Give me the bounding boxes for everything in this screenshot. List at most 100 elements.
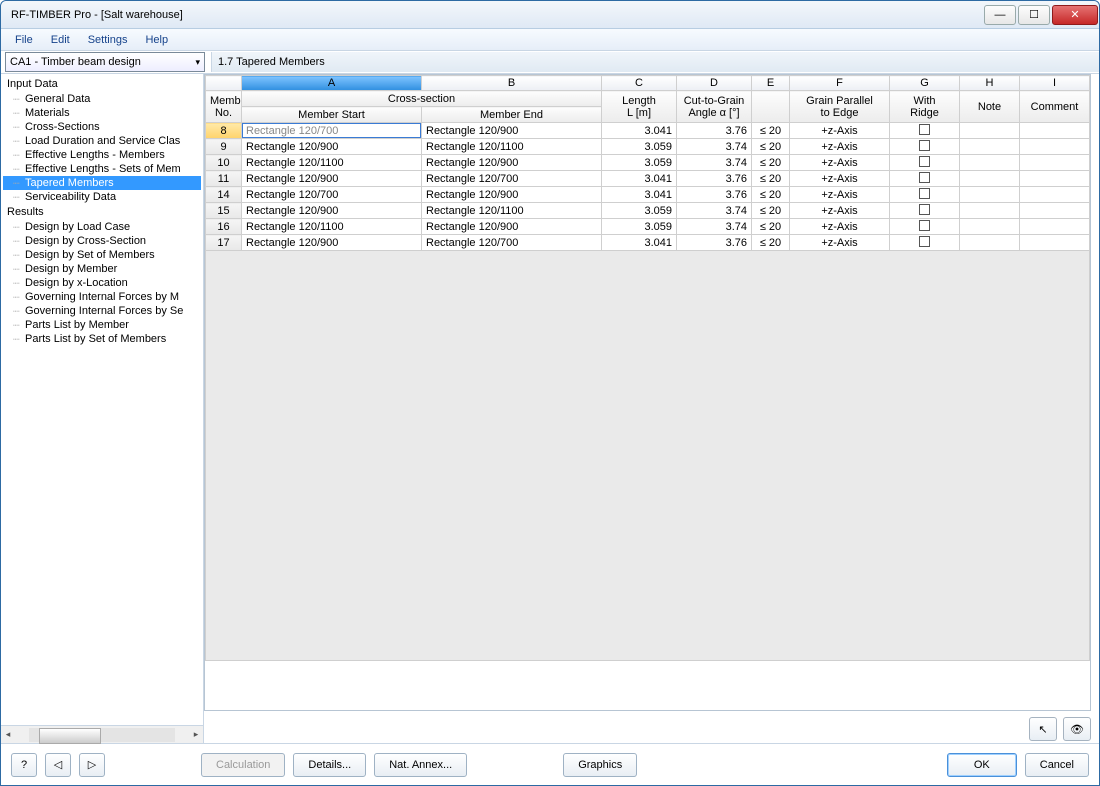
cell-limit[interactable]: ≤ 20 xyxy=(752,187,790,203)
cell-limit[interactable]: ≤ 20 xyxy=(752,203,790,219)
cell-member-start[interactable]: Rectangle 120/700 xyxy=(242,187,422,203)
row-header[interactable]: 14 xyxy=(206,187,242,203)
cell-angle[interactable]: 3.76 xyxy=(677,171,752,187)
cell-member-start[interactable]: Rectangle 120/900 xyxy=(242,139,422,155)
cell-member-end[interactable]: Rectangle 120/900 xyxy=(422,219,602,235)
menu-edit[interactable]: Edit xyxy=(43,31,78,49)
hdr-member-start[interactable]: Member Start xyxy=(242,107,422,123)
table-row[interactable]: 15Rectangle 120/900Rectangle 120/11003.0… xyxy=(206,203,1090,219)
cell-grain[interactable]: +z-Axis xyxy=(790,139,890,155)
cell-ridge[interactable] xyxy=(890,187,960,203)
row-header[interactable]: 15 xyxy=(206,203,242,219)
checkbox-icon[interactable] xyxy=(919,188,930,199)
cell-note[interactable] xyxy=(960,139,1020,155)
row-header[interactable]: 11 xyxy=(206,171,242,187)
row-header[interactable]: 10 xyxy=(206,155,242,171)
case-combo[interactable]: CA1 - Timber beam design ▾ xyxy=(5,52,205,72)
cell-length[interactable]: 3.041 xyxy=(602,123,677,139)
details-button[interactable]: Details... xyxy=(293,753,366,777)
cell-length[interactable]: 3.041 xyxy=(602,171,677,187)
cell-ridge[interactable] xyxy=(890,203,960,219)
table-row[interactable]: 14Rectangle 120/700Rectangle 120/9003.04… xyxy=(206,187,1090,203)
minimize-button[interactable]: — xyxy=(984,5,1016,25)
col-H[interactable]: H xyxy=(960,76,1020,91)
table-row[interactable]: 9Rectangle 120/900Rectangle 120/11003.05… xyxy=(206,139,1090,155)
scroll-right-icon[interactable]: ▸ xyxy=(189,729,203,740)
close-button[interactable]: ✕ xyxy=(1052,5,1098,25)
cell-grain[interactable]: +z-Axis xyxy=(790,219,890,235)
cell-limit[interactable]: ≤ 20 xyxy=(752,123,790,139)
tree-item[interactable]: Materials xyxy=(3,106,201,120)
cell-member-end[interactable]: Rectangle 120/1100 xyxy=(422,203,602,219)
checkbox-icon[interactable] xyxy=(919,140,930,151)
cell-limit[interactable]: ≤ 20 xyxy=(752,171,790,187)
table-row[interactable]: 16Rectangle 120/1100Rectangle 120/9003.0… xyxy=(206,219,1090,235)
cancel-button[interactable]: Cancel xyxy=(1025,753,1089,777)
hdr-member-no[interactable]: MemberNo. xyxy=(206,91,242,123)
cell-length[interactable]: 3.059 xyxy=(602,203,677,219)
cell-note[interactable] xyxy=(960,171,1020,187)
col-C[interactable]: C xyxy=(602,76,677,91)
hdr-ridge[interactable]: WithRidge xyxy=(890,91,960,123)
cell-grain[interactable]: +z-Axis xyxy=(790,235,890,251)
cell-angle[interactable]: 3.76 xyxy=(677,123,752,139)
maximize-button[interactable]: ☐ xyxy=(1018,5,1050,25)
cell-member-end[interactable]: Rectangle 120/900 xyxy=(422,187,602,203)
checkbox-icon[interactable] xyxy=(919,172,930,183)
tree-item[interactable]: Serviceability Data xyxy=(3,190,201,204)
cell-ridge[interactable] xyxy=(890,123,960,139)
cell-ridge[interactable] xyxy=(890,171,960,187)
cell-grain[interactable]: +z-Axis xyxy=(790,187,890,203)
cell-limit[interactable]: ≤ 20 xyxy=(752,139,790,155)
row-header[interactable]: 16 xyxy=(206,219,242,235)
cell-ridge[interactable] xyxy=(890,155,960,171)
checkbox-icon[interactable] xyxy=(919,236,930,247)
tree-item[interactable]: Parts List by Set of Members xyxy=(3,332,201,346)
hdr-grain[interactable]: Grain Parallelto Edge xyxy=(790,91,890,123)
col-F[interactable]: F xyxy=(790,76,890,91)
table-row[interactable]: 10Rectangle 120/1100Rectangle 120/9003.0… xyxy=(206,155,1090,171)
col-I[interactable]: I xyxy=(1020,76,1090,91)
cell-angle[interactable]: 3.76 xyxy=(677,187,752,203)
cell-ridge[interactable] xyxy=(890,139,960,155)
checkbox-icon[interactable] xyxy=(919,220,930,231)
cell-member-end[interactable]: Rectangle 120/700 xyxy=(422,171,602,187)
cell-angle[interactable]: 3.76 xyxy=(677,235,752,251)
cell-angle[interactable]: 3.74 xyxy=(677,203,752,219)
cell-comment[interactable] xyxy=(1020,219,1090,235)
tree-h-scrollbar[interactable]: ◂ ▸ xyxy=(1,725,203,743)
menu-settings[interactable]: Settings xyxy=(80,31,136,49)
tree-item[interactable]: Effective Lengths - Members xyxy=(3,148,201,162)
tree-item[interactable]: Load Duration and Service Clas xyxy=(3,134,201,148)
cell-limit[interactable]: ≤ 20 xyxy=(752,155,790,171)
calculation-button[interactable]: Calculation xyxy=(201,753,285,777)
cell-grain[interactable]: +z-Axis xyxy=(790,155,890,171)
col-G[interactable]: G xyxy=(890,76,960,91)
cell-limit[interactable]: ≤ 20 xyxy=(752,235,790,251)
cell-comment[interactable] xyxy=(1020,155,1090,171)
nat-annex-button[interactable]: Nat. Annex... xyxy=(374,753,467,777)
scroll-left-icon[interactable]: ◂ xyxy=(1,729,15,740)
tree-item[interactable]: Effective Lengths - Sets of Mem xyxy=(3,162,201,176)
row-header[interactable]: 9 xyxy=(206,139,242,155)
cell-comment[interactable] xyxy=(1020,187,1090,203)
scroll-thumb[interactable] xyxy=(29,728,175,742)
cell-member-start[interactable]: Rectangle 120/1100 xyxy=(242,155,422,171)
tree-item[interactable]: Design by x-Location xyxy=(3,276,201,290)
col-B[interactable]: B xyxy=(422,76,602,91)
tree-item[interactable]: Design by Load Case xyxy=(3,220,201,234)
checkbox-icon[interactable] xyxy=(919,156,930,167)
cell-comment[interactable] xyxy=(1020,171,1090,187)
table-row[interactable]: 17Rectangle 120/900Rectangle 120/7003.04… xyxy=(206,235,1090,251)
cell-note[interactable] xyxy=(960,187,1020,203)
tree-item[interactable]: Design by Member xyxy=(3,262,201,276)
cell-member-start[interactable]: Rectangle 120/900 xyxy=(242,203,422,219)
hdr-cross-section[interactable]: Cross-section xyxy=(242,91,602,107)
col-E[interactable]: E xyxy=(752,76,790,91)
tree-item[interactable]: Design by Cross-Section xyxy=(3,234,201,248)
cell-note[interactable] xyxy=(960,203,1020,219)
cell-grain[interactable]: +z-Axis xyxy=(790,171,890,187)
prev-button[interactable]: ◁ xyxy=(45,753,71,777)
cell-length[interactable]: 3.059 xyxy=(602,155,677,171)
help-button[interactable]: ? xyxy=(11,753,37,777)
